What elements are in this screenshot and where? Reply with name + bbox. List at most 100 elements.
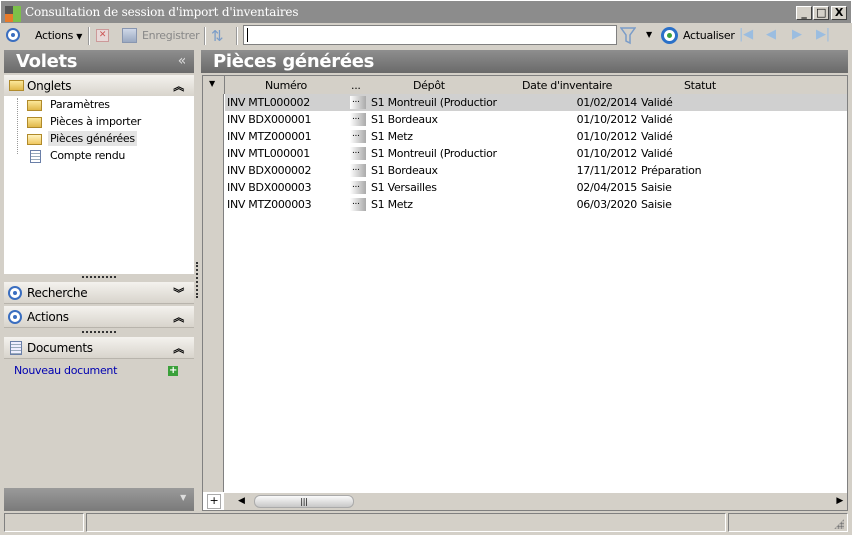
save-button[interactable]: Enregistrer — [142, 29, 200, 42]
scroll-right-icon[interactable]: ▶ — [836, 496, 843, 506]
cell-dots-button[interactable]: ... — [350, 130, 366, 143]
table-row[interactable]: INV MTZ000003 ... S1 Metz 06/03/2020 Sai… — [225, 196, 847, 213]
column-header-depot[interactable]: Dépôt — [413, 79, 445, 92]
chevron-down-icon[interactable]: ︾ — [173, 285, 184, 301]
status-bar — [4, 513, 848, 532]
cell-statut: Validé — [641, 96, 673, 109]
save-icon[interactable] — [122, 28, 137, 43]
document-icon — [10, 341, 22, 355]
chevron-up-icon[interactable]: ︽ — [173, 78, 184, 94]
cell-numero: INV MTZ000003 — [227, 198, 312, 211]
collapse-pane-button[interactable]: « — [178, 53, 187, 69]
table-row[interactable]: INV BDX000002 ... S1 Bordeaux 17/11/2012… — [225, 162, 847, 179]
cell-date: 01/10/2012 — [576, 113, 638, 126]
actions-circle-icon — [8, 310, 22, 324]
group-onglets[interactable]: Onglets ︽ — [4, 75, 194, 97]
document-icon — [30, 150, 41, 163]
title-bar: Consultation de session d'import d'inven… — [0, 0, 852, 23]
cell-numero: INV MTL000002 — [227, 96, 310, 109]
add-document-icon[interactable]: + — [168, 366, 178, 376]
cell-dots-button[interactable]: ... — [350, 181, 366, 194]
cell-depot: S1 Bordeaux — [371, 164, 438, 177]
cell-numero: INV BDX000002 — [227, 164, 312, 177]
table-row[interactable]: INV MTL000002 ... S1 Montreuil (Producti… — [225, 94, 847, 111]
group-actions[interactable]: Actions ︽ — [4, 306, 194, 328]
column-chooser-icon[interactable]: ▼ — [209, 79, 215, 88]
table-row[interactable]: INV BDX000001 ... S1 Bordeaux 01/10/2012… — [225, 111, 847, 128]
table-row[interactable]: INV MTL000001 ... S1 Montreuil (Producti… — [225, 145, 847, 162]
row-selector-column — [203, 94, 224, 492]
cell-depot: S1 Metz — [371, 130, 413, 143]
cell-statut: Préparation — [641, 164, 702, 177]
group-recherche[interactable]: Recherche ︾ — [4, 282, 194, 304]
tabs-tree: Paramètres Pièces à importer Pièces géné… — [4, 96, 194, 274]
cell-numero: INV MTZ000001 — [227, 130, 312, 143]
left-pane-footer: ▼ — [4, 488, 194, 511]
cell-dots-button[interactable]: ... — [350, 198, 366, 211]
sync-icon[interactable]: ⇅ — [211, 27, 224, 45]
cell-date: 01/10/2012 — [576, 130, 638, 143]
horizontal-scrollbar[interactable]: + ◀ ||| ▶ — [207, 493, 847, 510]
cell-depot: S1 Montreuil (Productior — [371, 96, 497, 109]
close-button[interactable]: X — [831, 6, 847, 20]
add-row-button[interactable]: + — [207, 494, 221, 509]
column-header-row: ▼ Numéro ... Dépôt Date d'inventaire Sta… — [203, 76, 847, 94]
vertical-splitter[interactable] — [196, 262, 198, 298]
column-header-dots[interactable]: ... — [351, 79, 361, 92]
chevron-down-icon[interactable]: ▼ — [180, 493, 186, 502]
scroll-left-icon[interactable]: ◀ — [238, 496, 245, 506]
refresh-icon[interactable] — [661, 27, 678, 44]
table-row[interactable]: INV MTZ000001 ... S1 Metz 01/10/2012 Val… — [225, 128, 847, 145]
cell-dots-button[interactable]: ... — [350, 113, 366, 126]
first-record-icon[interactable]: |◀ — [739, 27, 753, 42]
status-panel — [4, 513, 84, 532]
status-panel — [86, 513, 726, 532]
cell-date: 17/11/2012 — [576, 164, 638, 177]
cell-date: 02/04/2015 — [576, 181, 638, 194]
column-header-date[interactable]: Date d'inventaire — [522, 79, 612, 92]
next-record-icon[interactable]: ▶ — [792, 27, 802, 42]
chevron-up-icon[interactable]: ︽ — [173, 340, 184, 356]
actions-label: Actions — [35, 29, 74, 42]
open-folder-icon — [27, 134, 42, 145]
dropdown-arrow-icon: ▼ — [76, 32, 83, 41]
cell-statut: Validé — [641, 147, 673, 160]
maximize-button[interactable]: □ — [813, 6, 829, 20]
delete-icon[interactable]: ✕ — [96, 29, 109, 42]
scroll-thumb[interactable]: ||| — [254, 495, 354, 508]
group-documents[interactable]: Documents ︽ — [4, 337, 194, 359]
last-record-icon[interactable]: ▶| — [816, 27, 830, 42]
folder-icon — [27, 117, 42, 128]
main-header: Pièces générées — [201, 50, 848, 73]
previous-record-icon[interactable]: ◀ — [766, 27, 776, 42]
column-header-numero[interactable]: Numéro — [265, 79, 307, 92]
search-input[interactable] — [243, 25, 617, 45]
cell-depot: S1 Metz — [371, 198, 413, 211]
left-pane-title: Volets — [16, 51, 78, 72]
chevron-up-icon[interactable]: ︽ — [173, 309, 184, 325]
table-row[interactable]: INV BDX000003 ... S1 Versailles 02/04/20… — [225, 179, 847, 196]
cell-statut: Validé — [641, 130, 673, 143]
minimize-button[interactable]: _ — [796, 6, 812, 20]
cell-dots-button[interactable]: ... — [350, 96, 366, 109]
search-circle-icon — [8, 286, 22, 300]
actions-menu-button[interactable]: Actions ▼ — [35, 29, 82, 42]
left-pane-header: Volets « — [4, 50, 194, 73]
cell-date: 06/03/2020 — [576, 198, 638, 211]
column-header-statut[interactable]: Statut — [684, 79, 716, 92]
cell-statut: Validé — [641, 113, 673, 126]
filter-icon[interactable] — [620, 27, 636, 45]
new-document-link[interactable]: Nouveau document — [14, 364, 117, 377]
app-logo-icon — [5, 6, 21, 22]
splitter-grip[interactable] — [82, 276, 116, 278]
filter-dropdown-icon[interactable]: ▼ — [646, 30, 652, 39]
splitter-grip[interactable] — [82, 331, 116, 333]
window-title: Consultation de session d'import d'inven… — [25, 5, 299, 19]
cell-statut: Saisie — [641, 181, 672, 194]
status-panel — [728, 513, 848, 532]
cell-statut: Saisie — [641, 198, 672, 211]
cell-dots-button[interactable]: ... — [350, 147, 366, 160]
refresh-button[interactable]: Actualiser — [683, 29, 735, 42]
cell-dots-button[interactable]: ... — [350, 164, 366, 177]
folder-icon — [27, 100, 42, 111]
